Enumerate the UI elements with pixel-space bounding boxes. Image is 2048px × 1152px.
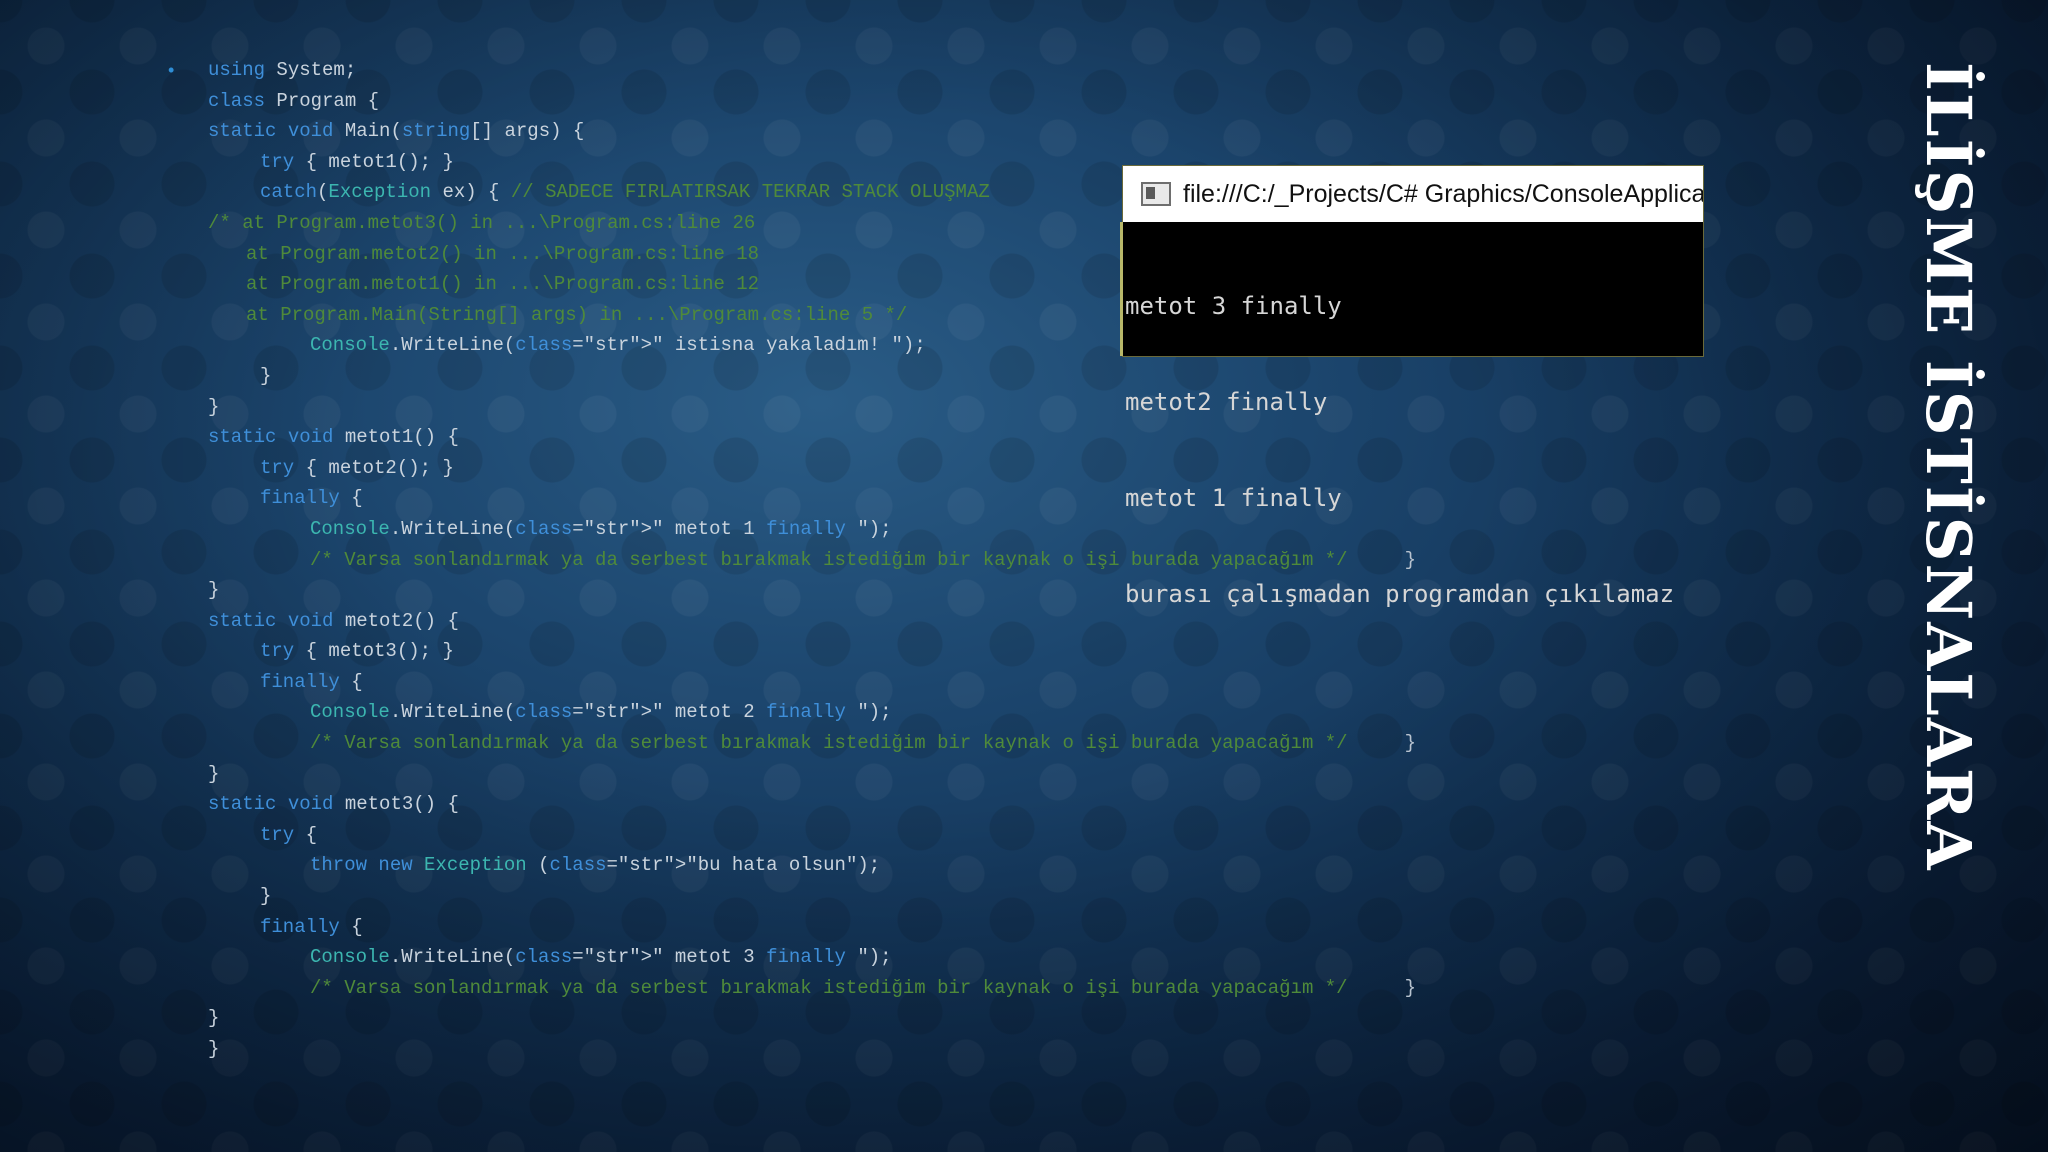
- code-line: throw new Exception (class="str">"bu hat…: [310, 854, 881, 877]
- console-border: [1120, 222, 1123, 356]
- console-line: metot 3 finally: [1125, 292, 1342, 320]
- code-line: try {: [260, 823, 318, 846]
- slide-title: İLİŞME İSTİSNALARA: [1912, 62, 1985, 872]
- slide-title-container: İLİŞME İSTİSNALARA: [1898, 62, 1998, 882]
- code-line: finally {: [260, 915, 363, 938]
- console-line: metot2 finally: [1125, 388, 1328, 416]
- console-titlebar[interactable]: file:///C:/_Projects/C# Graphics/Console…: [1123, 166, 1703, 222]
- code-line: /* Varsa sonlandırmak ya da serbest bıra…: [310, 976, 1416, 999]
- code-line: Console.WriteLine(class="str">" metot 2 …: [310, 701, 892, 724]
- console-title: file:///C:/_Projects/C# Graphics/Console…: [1183, 179, 1703, 208]
- code-line: static void metot3() {: [208, 793, 459, 816]
- console-app-icon: [1141, 182, 1171, 206]
- console-window[interactable]: file:///C:/_Projects/C# Graphics/Console…: [1120, 166, 1703, 608]
- code-line: Console.WriteLine(class="str">" metot 3 …: [310, 946, 892, 969]
- code-line: }: [260, 885, 272, 908]
- console-line: burası çalışmadan programdan çıkılamaz: [1125, 580, 1675, 608]
- code-line: using System;: [208, 59, 357, 81]
- list-bullet: •: [168, 60, 175, 80]
- code-line: }: [208, 1007, 220, 1030]
- code-line: /* Varsa sonlandırmak ya da serbest bıra…: [310, 732, 1416, 755]
- console-output: metot 3 finally metot2 finally metot 1 f…: [1123, 222, 1703, 674]
- code-line: static void Main(string[] args) {: [208, 120, 585, 143]
- code-line: }: [208, 762, 220, 785]
- console-line: metot 1 finally: [1125, 484, 1342, 512]
- code-line: }: [208, 1038, 220, 1060]
- code-line: class Program {: [208, 89, 380, 112]
